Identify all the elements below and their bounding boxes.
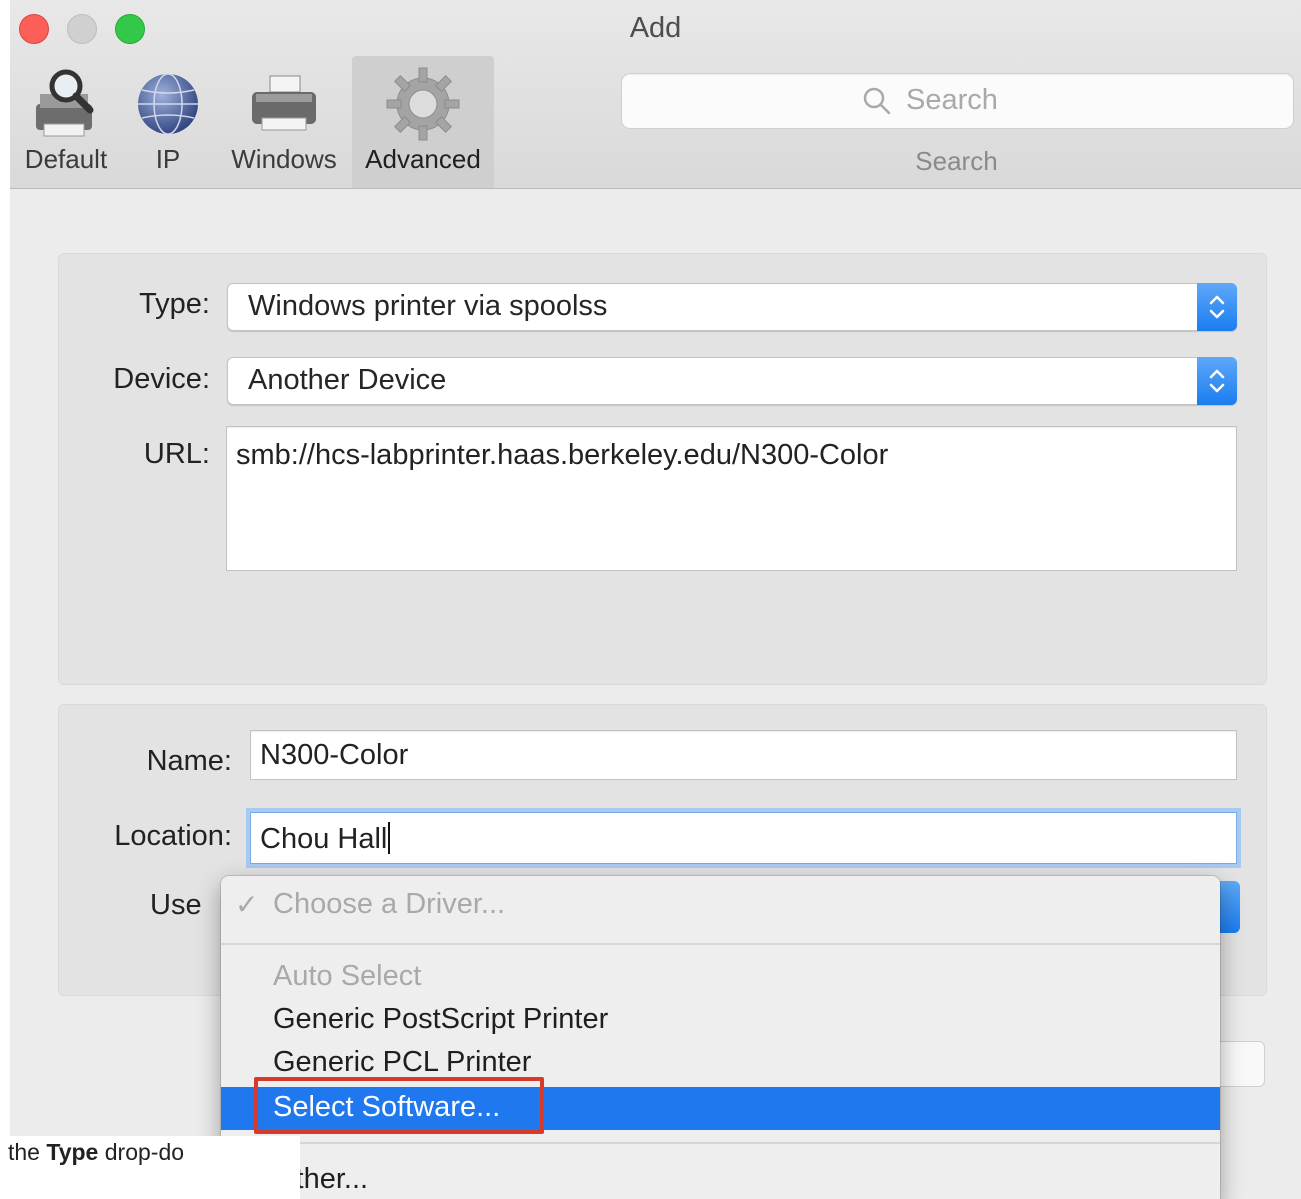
device-value: Another Device: [248, 364, 447, 396]
name-label: Name:: [146, 745, 232, 777]
toolbar-ip-label: IP: [155, 144, 181, 174]
type-popup[interactable]: Windows printer via spoolss: [227, 283, 1237, 331]
menu-item-label: Generic PostScript Printer: [273, 1003, 609, 1035]
type-label: Type:: [139, 288, 210, 320]
window-title: Add: [629, 12, 682, 44]
url-value: smb://hcs-labprinter.haas.berkeley.edu/N…: [236, 439, 889, 471]
location-label: Location:: [114, 820, 232, 852]
url-field[interactable]: smb://hcs-labprinter.haas.berkeley.edu/N…: [226, 426, 1237, 571]
menu-item-other[interactable]: Other...: [221, 1159, 1220, 1199]
printer-icon: [252, 75, 316, 131]
toolbar-advanced-button[interactable]: Advanced: [352, 56, 494, 188]
search-icon: [863, 87, 891, 115]
toolbar-ip-button[interactable]: IP: [132, 56, 204, 188]
search-caption: Search: [915, 146, 998, 176]
toolbar-default-label: Default: [24, 144, 108, 174]
menu-item-label: Auto Select: [273, 960, 422, 992]
menu-item-choose-driver[interactable]: ✓ Choose a Driver...: [221, 884, 1220, 927]
name-field[interactable]: N300-Color: [250, 730, 1237, 780]
location-value: Chou Hall: [260, 823, 388, 855]
search-placeholder: Search: [906, 84, 998, 116]
name-value: N300-Color: [260, 739, 409, 771]
doc-text-suffix: drop-do: [98, 1139, 185, 1165]
chevron-up-down-icon: [1209, 295, 1225, 319]
use-driver-stepper[interactable]: [1220, 881, 1240, 933]
toolbar-windows-label: Windows: [231, 144, 337, 174]
toolbar-advanced-label: Advanced: [365, 144, 481, 174]
background-document-text: the Type drop-do: [0, 1136, 300, 1199]
location-field[interactable]: Chou Hall: [250, 812, 1237, 864]
use-label: Use: [150, 889, 202, 921]
menu-item-generic-postscript[interactable]: Generic PostScript Printer: [221, 999, 1220, 1042]
toolbar-default-button[interactable]: Default: [10, 56, 122, 188]
type-value: Windows printer via spoolss: [248, 290, 608, 322]
toolbar-windows-button[interactable]: Windows: [222, 56, 346, 188]
menu-item-label: Generic PCL Printer: [273, 1046, 532, 1078]
doc-text-bold: Type: [46, 1139, 99, 1165]
driver-menu: ✓ Choose a Driver... Auto Select Generic…: [221, 876, 1220, 1199]
search-field[interactable]: Search: [621, 73, 1294, 129]
title-bar: Add Default IP Windows Advanced Search S…: [10, 0, 1301, 189]
menu-item-label: Choose a Driver...: [273, 888, 506, 920]
text-caret: [388, 822, 391, 854]
checkmark-icon: ✓: [235, 889, 259, 920]
type-stepper[interactable]: [1197, 283, 1237, 331]
device-popup[interactable]: Another Device: [227, 357, 1237, 405]
menu-item-auto-select: Auto Select: [221, 956, 1220, 999]
url-label: URL:: [143, 438, 210, 470]
device-stepper[interactable]: [1197, 357, 1237, 405]
gear-icon: [386, 67, 460, 141]
printer-magnifier-icon: [36, 69, 94, 137]
doc-text-prefix: the: [8, 1139, 47, 1165]
add-printer-window: Add Default IP Windows Advanced Search S…: [10, 0, 1301, 1199]
device-label: Device:: [113, 363, 210, 395]
chevron-up-down-icon: [1209, 369, 1225, 393]
menu-separator: [221, 1142, 1220, 1144]
globe-icon: [138, 73, 198, 135]
highlight-callout-box: [254, 1077, 544, 1134]
menu-separator: [221, 943, 1220, 945]
